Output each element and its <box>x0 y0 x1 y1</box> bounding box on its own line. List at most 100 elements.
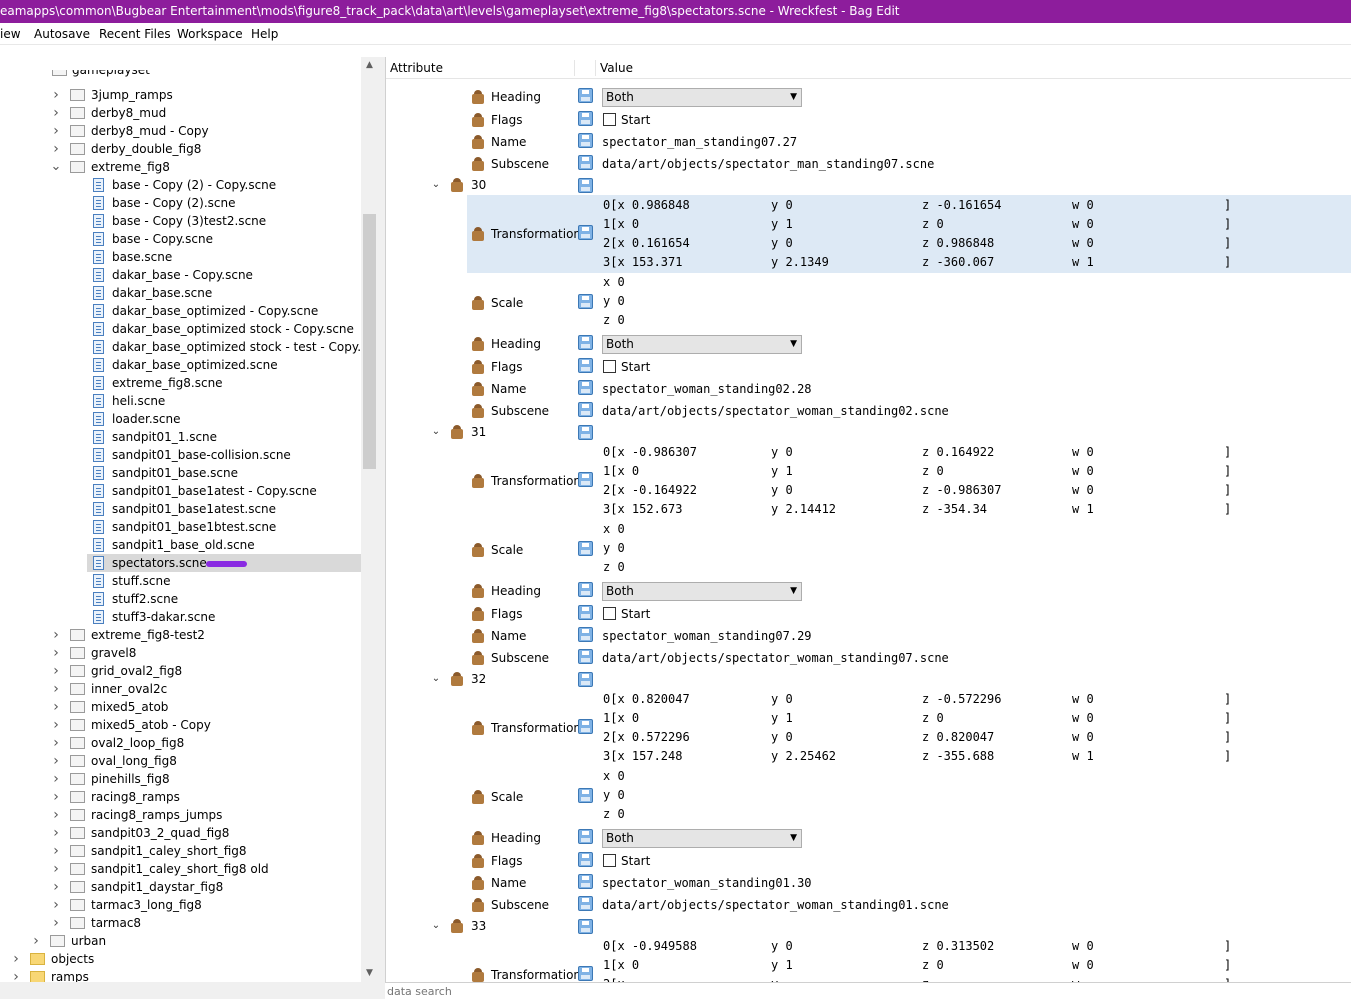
matrix-cell[interactable]: 0[x 0.820047 <box>603 691 690 707</box>
scrollbar-thumb[interactable] <box>363 214 376 469</box>
tree-folder-item[interactable]: › objects <box>0 950 361 968</box>
tree-folder-item[interactable]: › grid_oval2_fig8 <box>0 662 361 680</box>
matrix-cell[interactable]: 1[x 0 <box>603 216 639 232</box>
save-icon[interactable] <box>578 582 593 597</box>
tree-file-item[interactable]: dakar_base_optimized stock - Copy.scne <box>87 320 361 338</box>
matrix-cell[interactable]: ] <box>1224 235 1231 251</box>
tree-file-item[interactable]: dakar_base_optimized stock - test - Copy… <box>87 338 361 356</box>
matrix-cell[interactable]: y 0 <box>771 197 793 213</box>
tree-folder-item[interactable]: › oval_long_fig8 <box>0 752 361 770</box>
matrix-cell[interactable]: z -0.986307 <box>922 482 1001 498</box>
tree-folder-item[interactable]: › inner_oval2c <box>0 680 361 698</box>
start-checkbox[interactable] <box>603 360 616 373</box>
chevron-right-icon[interactable]: › <box>50 626 62 644</box>
tree-file-item[interactable]: base.scne <box>87 248 361 266</box>
save-icon[interactable] <box>578 358 593 373</box>
vector-component[interactable]: x 0 <box>603 521 625 537</box>
chevron-right-icon[interactable]: › <box>30 932 42 950</box>
tree-folder-item[interactable]: › racing8_ramps <box>0 788 361 806</box>
save-icon[interactable] <box>578 335 593 350</box>
header-separator[interactable] <box>595 60 596 76</box>
save-icon[interactable] <box>578 672 593 687</box>
chevron-right-icon[interactable]: › <box>50 104 62 122</box>
matrix-cell[interactable]: z -0.161654 <box>922 197 1001 213</box>
matrix-cell[interactable]: 2[x 0.161654 <box>603 235 690 251</box>
chevron-right-icon[interactable]: › <box>50 662 62 680</box>
save-icon[interactable] <box>578 788 593 803</box>
matrix-cell[interactable]: y 2.14412 <box>771 501 836 517</box>
matrix-cell[interactable]: 1[x 0 <box>603 710 639 726</box>
scroll-down-icon[interactable]: ▼ <box>361 965 378 982</box>
tree-folder-item[interactable]: › sandpit1_caley_short_fig8 <box>0 842 361 860</box>
menu-autosave[interactable]: Autosave <box>34 23 90 45</box>
save-icon[interactable] <box>578 178 593 193</box>
tree-folder-item[interactable]: › urban <box>0 932 361 950</box>
chevron-down-icon[interactable]: ⌄ <box>430 918 442 934</box>
attribute-value[interactable]: data/art/objects/spectator_woman_standin… <box>602 650 949 666</box>
attribute-value[interactable]: spectator_woman_standing07.29 <box>602 628 812 644</box>
vector-component[interactable]: z 0 <box>603 559 625 575</box>
matrix-cell[interactable]: 0[x 0.986848 <box>603 197 690 213</box>
matrix-cell[interactable]: w 0 <box>1072 938 1094 954</box>
matrix-cell[interactable]: w 0 <box>1072 691 1094 707</box>
matrix-cell[interactable]: 1[x 0 <box>603 957 639 973</box>
vector-component[interactable]: y 0 <box>603 540 625 556</box>
save-icon[interactable] <box>578 155 593 170</box>
tree-folder-item[interactable]: › oval2_loop_fig8 <box>0 734 361 752</box>
save-icon[interactable] <box>578 852 593 867</box>
menu-help[interactable]: Help <box>251 23 278 45</box>
heading-select[interactable]: Both ▼ <box>602 335 802 354</box>
chevron-right-icon[interactable]: › <box>50 770 62 788</box>
tree-file-item[interactable]: sandpit01_base1btest.scne <box>87 518 361 536</box>
tree-file-item[interactable]: sandpit1_base_old.scne <box>87 536 361 554</box>
tree-file-item[interactable]: sandpit01_1.scne <box>87 428 361 446</box>
tree-scrollbar[interactable]: ▲ ▼ <box>361 57 378 982</box>
matrix-cell[interactable]: z 0 <box>922 463 944 479</box>
tree-file-item[interactable]: base - Copy (3)test2.scne <box>87 212 361 230</box>
matrix-cell[interactable]: w 0 <box>1072 216 1094 232</box>
tree-folder-item[interactable]: › tarmac8 <box>0 914 361 932</box>
tree-folder-item[interactable]: › ramps <box>0 968 361 982</box>
tree-file-item[interactable]: dakar_base_optimized.scne <box>87 356 361 374</box>
heading-select[interactable]: Both ▼ <box>602 829 802 848</box>
chevron-right-icon[interactable]: › <box>50 86 62 104</box>
save-icon[interactable] <box>578 966 593 981</box>
menu-recent-files[interactable]: Recent Files <box>99 23 171 45</box>
matrix-cell[interactable]: y 1 <box>771 463 793 479</box>
tree-file-item[interactable]: base - Copy.scne <box>87 230 361 248</box>
matrix-cell[interactable]: w 0 <box>1072 463 1094 479</box>
vector-component[interactable]: x 0 <box>603 768 625 784</box>
matrix-cell[interactable]: ] <box>1224 197 1231 213</box>
matrix-cell[interactable]: ] <box>1224 957 1231 973</box>
matrix-cell[interactable]: ] <box>1224 463 1231 479</box>
vector-component[interactable]: y 0 <box>603 787 625 803</box>
chevron-down-icon[interactable]: ⌄ <box>430 424 442 440</box>
tree-file-item[interactable]: sandpit01_base.scne <box>87 464 361 482</box>
tree-folder-item[interactable]: › 3jump_ramps <box>0 86 361 104</box>
attribute-value[interactable]: data/art/objects/spectator_man_standing0… <box>602 156 934 172</box>
chevron-right-icon[interactable]: › <box>50 824 62 842</box>
data-search-input[interactable] <box>387 984 787 999</box>
save-icon[interactable] <box>578 294 593 309</box>
chevron-right-icon[interactable]: › <box>50 896 62 914</box>
tree-file-item[interactable]: stuff2.scne <box>87 590 361 608</box>
matrix-cell[interactable]: ] <box>1224 216 1231 232</box>
matrix-cell[interactable]: ] <box>1224 254 1231 270</box>
tree-file-item[interactable]: spectators.scne <box>87 554 361 572</box>
matrix-cell[interactable]: ] <box>1224 482 1231 498</box>
heading-select[interactable]: Both ▼ <box>602 582 802 601</box>
tree-file-item[interactable]: dakar_base_optimized - Copy.scne <box>87 302 361 320</box>
save-icon[interactable] <box>578 627 593 642</box>
chevron-right-icon[interactable]: › <box>50 752 62 770</box>
vector-component[interactable]: z 0 <box>603 312 625 328</box>
save-icon[interactable] <box>578 111 593 126</box>
vector-component[interactable]: x 0 <box>603 274 625 290</box>
attribute-value[interactable]: data/art/objects/spectator_woman_standin… <box>602 403 949 419</box>
attribute-value[interactable]: data/art/objects/spectator_woman_standin… <box>602 897 949 913</box>
chevron-right-icon[interactable]: › <box>50 140 62 158</box>
save-icon[interactable] <box>578 649 593 664</box>
matrix-cell[interactable]: y 1 <box>771 957 793 973</box>
chevron-right-icon[interactable]: › <box>50 788 62 806</box>
matrix-cell[interactable]: 0[x -0.949588 <box>603 938 697 954</box>
chevron-right-icon[interactable]: › <box>50 698 62 716</box>
